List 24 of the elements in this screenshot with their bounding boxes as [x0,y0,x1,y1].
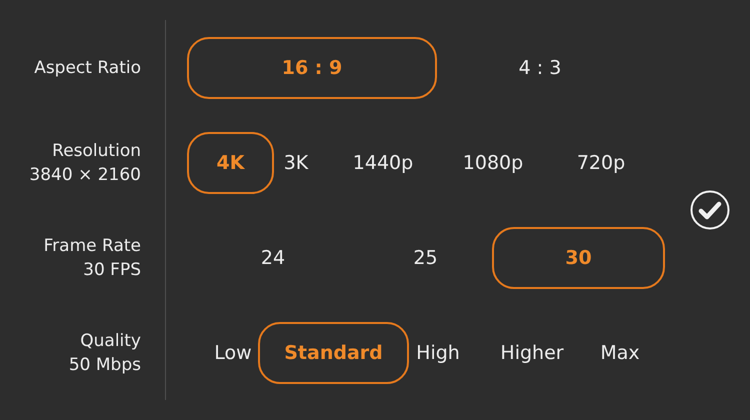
setting-label: Frame Rate [44,234,141,258]
option-button[interactable]: 4 : 3 [437,36,643,98]
setting-value: 3840 × 2160 [29,164,141,186]
option-button[interactable]: High [409,322,467,384]
setting-value: 30 FPS [83,258,141,282]
option-button[interactable]: 1440p [318,132,448,194]
option-button[interactable]: 4K [187,132,274,194]
checkmark-icon [690,190,730,230]
option-button[interactable]: 30 [492,226,665,288]
option-button[interactable]: 3K [274,132,318,194]
setting-label: Quality [80,330,141,352]
setting-value: 50 Mbps [68,354,141,376]
setting-label: Resolution [52,140,141,162]
option-button[interactable]: 25 [359,226,492,288]
setting-label: Aspect Ratio [34,56,141,80]
option-button[interactable]: 16 : 9 [187,36,437,98]
option-button[interactable]: 720p [538,132,664,194]
option-button[interactable]: Standard [258,322,409,384]
option-button[interactable]: Low [208,322,258,384]
option-button[interactable]: 24 [187,226,359,288]
option-button[interactable]: 1080p [448,132,538,194]
option-button[interactable]: Max [597,322,643,384]
option-button[interactable]: Higher [467,322,597,384]
confirm-button[interactable] [690,190,730,230]
